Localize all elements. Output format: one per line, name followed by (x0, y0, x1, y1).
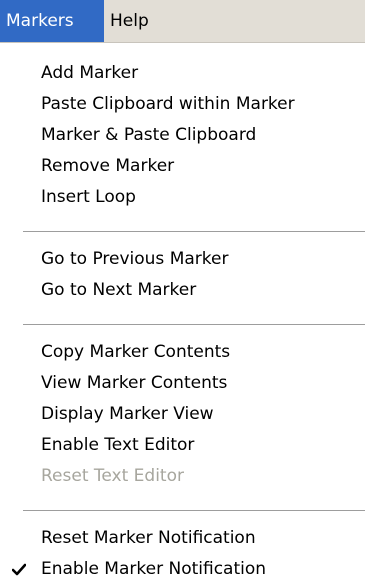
markers-dropdown-menu: Add Marker Paste Clipboard within Marker… (0, 43, 365, 583)
menu-item-enable-text-editor[interactable]: Enable Text Editor (0, 430, 365, 461)
menu-separator (23, 510, 365, 512)
menu-item-label: Display Marker View (41, 404, 214, 424)
menu-item-label: Go to Next Marker (41, 280, 197, 300)
menu-item-label: Enable Text Editor (41, 435, 195, 455)
menu-markers[interactable]: Markers (0, 0, 104, 42)
menu-item-label: Marker & Paste Clipboard (41, 125, 257, 145)
menu-item-label: Go to Previous Marker (41, 249, 229, 269)
menu-item-label: Paste Clipboard within Marker (41, 94, 295, 114)
menu-item-go-to-next-marker[interactable]: Go to Next Marker (0, 275, 365, 306)
menu-item-label: Add Marker (41, 63, 139, 83)
menu-item-reset-marker-notification[interactable]: Reset Marker Notification (0, 523, 365, 554)
menu-item-label: Copy Marker Contents (41, 342, 231, 362)
menu-item-label: View Marker Contents (41, 373, 228, 393)
menu-item-marker-and-paste-clipboard[interactable]: Marker & Paste Clipboard (0, 120, 365, 151)
menu-separator (23, 324, 365, 326)
menu-item-label: Reset Text Editor (41, 466, 184, 486)
menu-help[interactable]: Help (104, 0, 164, 42)
checkmark-icon (4, 554, 34, 585)
menu-item-label: Insert Loop (41, 187, 136, 207)
menu-item-go-to-previous-marker[interactable]: Go to Previous Marker (0, 244, 365, 275)
menu-item-view-marker-contents[interactable]: View Marker Contents (0, 368, 365, 399)
menu-item-paste-clipboard-within-marker[interactable]: Paste Clipboard within Marker (0, 89, 365, 120)
menu-item-display-marker-view[interactable]: Display Marker View (0, 399, 365, 430)
menu-item-label: Remove Marker (41, 156, 175, 176)
menu-separator (23, 231, 365, 233)
menu-item-add-marker[interactable]: Add Marker (0, 58, 365, 89)
menu-item-copy-marker-contents[interactable]: Copy Marker Contents (0, 337, 365, 368)
menu-item-label: Enable Marker Notification (41, 559, 267, 579)
menu-bar: Markers Help (0, 0, 365, 43)
menu-item-insert-loop[interactable]: Insert Loop (0, 182, 365, 213)
menu-item-enable-marker-notification[interactable]: Enable Marker Notification (0, 554, 365, 585)
menu-item-reset-text-editor: Reset Text Editor (0, 461, 365, 492)
menu-item-remove-marker[interactable]: Remove Marker (0, 151, 365, 182)
menu-item-label: Reset Marker Notification (41, 528, 256, 548)
